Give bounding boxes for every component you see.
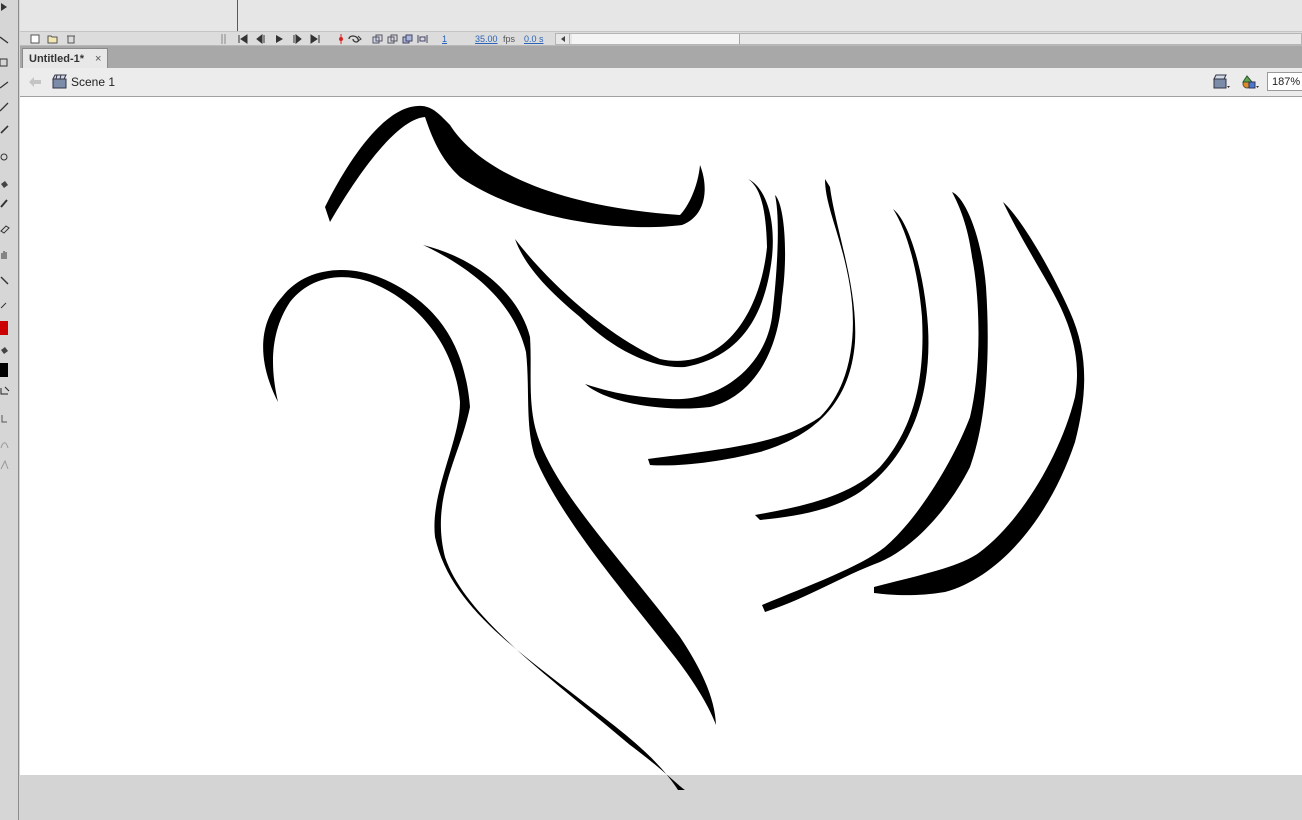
pencil-icon[interactable] <box>0 124 10 134</box>
eyedropper-icon[interactable] <box>0 198 10 208</box>
step-forward-icon[interactable] <box>292 34 303 44</box>
fill-color-swatch[interactable] <box>0 321 8 335</box>
timeline-scrollbar[interactable] <box>555 33 1302 45</box>
zoom-icon[interactable] <box>0 276 10 286</box>
straighten-icon[interactable] <box>0 460 10 470</box>
delete-icon[interactable] <box>66 34 77 44</box>
pasteboard[interactable] <box>20 97 1302 820</box>
onion-skin-icon[interactable] <box>372 34 383 44</box>
subselection-tool-icon[interactable] <box>0 36 10 46</box>
timeline-toolbar: 1 35.00 fps 0.0 s <box>20 31 1302 45</box>
document-tab-title: Untitled-1* <box>29 53 84 65</box>
edit-multiple-frames-icon[interactable] <box>402 34 413 44</box>
hand-icon[interactable] <box>0 250 10 260</box>
brush-stroke <box>423 245 716 725</box>
line-icon[interactable] <box>0 102 10 112</box>
tools-panel <box>0 0 19 820</box>
scene-clapperboard-icon <box>52 74 67 89</box>
edit-bar: Scene 1 187% <box>20 68 1302 97</box>
go-to-last-frame-icon[interactable] <box>310 34 321 44</box>
onion-skin-outlines-icon[interactable] <box>387 34 398 44</box>
document-tab-bar: Untitled-1* × <box>20 46 1302 68</box>
scene-label: Scene 1 <box>71 75 116 89</box>
edit-scene-icon[interactable] <box>1213 73 1233 91</box>
close-icon[interactable]: × <box>95 53 101 65</box>
play-icon[interactable] <box>274 34 285 44</box>
go-to-first-frame-icon[interactable] <box>237 34 248 44</box>
scroll-left-arrow-icon[interactable] <box>556 34 570 44</box>
fps-unit-label: fps <box>503 34 516 44</box>
elapsed-time-readout[interactable]: 0.0 s <box>524 33 544 45</box>
paint-bucket-icon[interactable] <box>0 180 10 190</box>
selection-tool-icon[interactable] <box>0 2 10 12</box>
center-frame-icon[interactable] <box>336 34 347 44</box>
step-back-icon[interactable] <box>255 34 266 44</box>
playhead[interactable] <box>237 0 238 32</box>
modify-onion-markers-icon[interactable] <box>417 34 428 44</box>
back-arrow-icon[interactable] <box>28 76 42 88</box>
swap-colors-icon[interactable] <box>0 386 10 396</box>
panel-divider-grip[interactable] <box>221 34 227 44</box>
lasso-icon[interactable] <box>0 80 10 90</box>
stage-artwork[interactable] <box>20 97 1302 820</box>
stroke-color-pencil-icon <box>0 300 10 310</box>
timeline-panel: 1 35.00 fps 0.0 s <box>20 0 1302 46</box>
free-transform-icon[interactable] <box>0 58 10 68</box>
new-folder-icon[interactable] <box>47 34 58 44</box>
document-tab[interactable]: Untitled-1* × <box>22 48 108 68</box>
zoom-level-field[interactable]: 187% <box>1267 72 1302 91</box>
loop-icon[interactable] <box>347 34 363 44</box>
new-layer-icon[interactable] <box>30 34 41 44</box>
eraser-icon[interactable] <box>0 224 10 234</box>
brush-stroke <box>762 192 988 612</box>
timeline-scroll-thumb[interactable] <box>572 34 740 44</box>
edit-symbols-icon[interactable] <box>1241 73 1261 91</box>
snap-to-objects-icon[interactable] <box>0 414 10 424</box>
smooth-icon[interactable] <box>0 440 10 450</box>
fill-bucket-icon <box>0 346 10 356</box>
bone-icon[interactable] <box>0 152 10 162</box>
current-frame-readout[interactable]: 1 <box>442 33 447 45</box>
stroke-color-swatch[interactable] <box>0 363 8 377</box>
brush-stroke <box>325 105 705 228</box>
frame-rate-readout[interactable]: 35.00 <box>475 33 498 45</box>
